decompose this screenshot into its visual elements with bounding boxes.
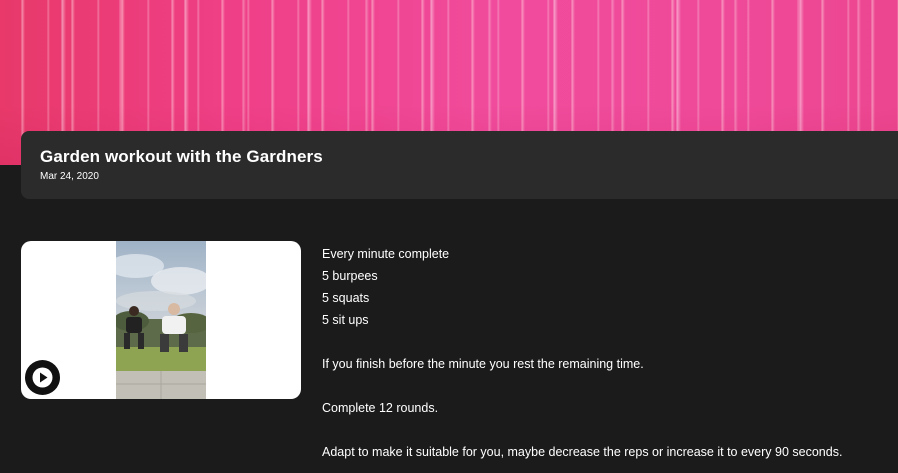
play-icon [32, 367, 53, 388]
description-line: Every minute complete [322, 247, 450, 261]
rounds-note: Complete 12 rounds. [322, 401, 439, 415]
video-frame [116, 241, 206, 399]
description-line: 5 sit ups [322, 313, 369, 327]
rest-note: If you finish before the minute you rest… [322, 357, 644, 371]
title-card: Garden workout with the Gardners Mar 24,… [21, 131, 898, 199]
workout-description: Every minute complete 5 burpees 5 squats… [322, 243, 892, 463]
workout-date: Mar 24, 2020 [40, 171, 99, 182]
description-line: 5 burpees [322, 269, 378, 283]
video-thumbnail[interactable] [21, 241, 301, 399]
workout-title: Garden workout with the Gardners [40, 147, 323, 166]
description-line: 5 squats [322, 291, 370, 305]
adapt-note: Adapt to make it suitable for you, maybe… [322, 445, 843, 459]
play-button[interactable] [25, 360, 60, 395]
video-still-image [116, 254, 206, 399]
